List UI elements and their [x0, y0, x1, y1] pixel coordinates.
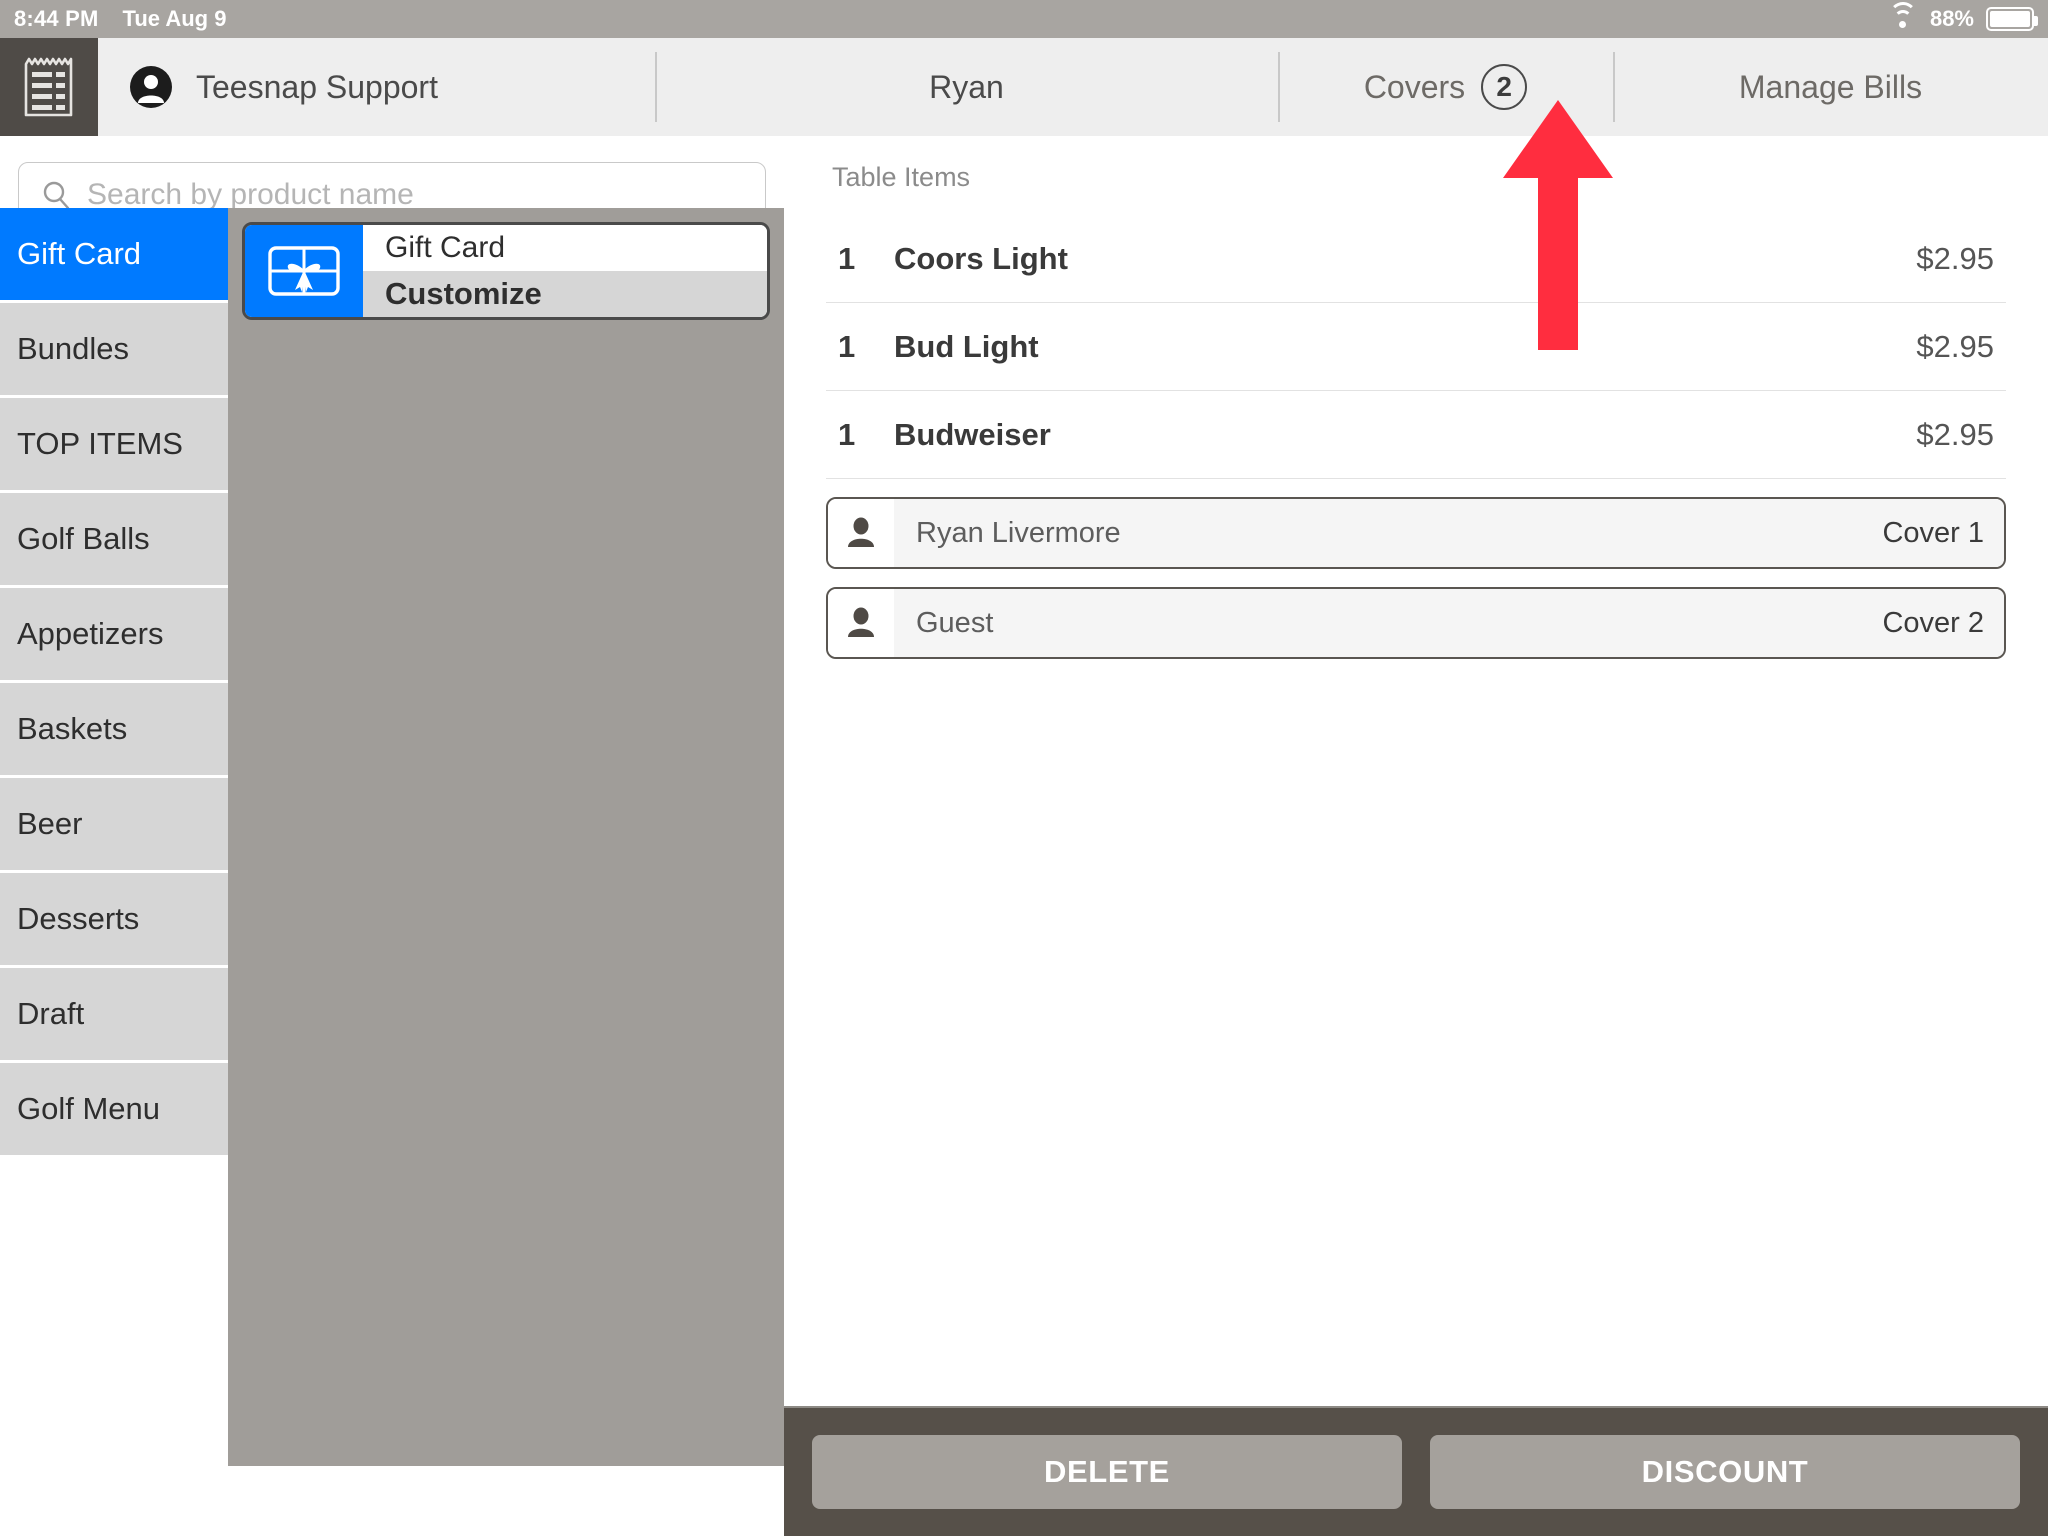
cover-name-value: Guest — [916, 606, 994, 639]
nav-manage-bills-tab[interactable]: Manage Bills — [1613, 38, 2048, 136]
table-name-label: Ryan — [929, 68, 1004, 105]
category-label: Gift Card — [17, 236, 142, 271]
cover-name-value: Ryan Livermore — [916, 516, 1121, 549]
category-item[interactable]: Gift Card — [0, 208, 228, 303]
wifi-icon — [1888, 2, 1918, 30]
discount-button[interactable]: DISCOUNT — [1430, 1435, 2020, 1509]
gift-card-icon — [245, 225, 363, 317]
battery-percent-label: 88% — [1929, 6, 1974, 31]
nav-table-name[interactable]: Ryan — [655, 38, 1278, 136]
person-circle-icon — [128, 64, 174, 110]
order-action-bar: DELETE DISCOUNT — [784, 1406, 2048, 1536]
product-tile-gift-card[interactable]: Gift Card Customize — [242, 222, 770, 320]
category-label: Appetizers — [17, 616, 164, 651]
battery-icon — [1986, 7, 2038, 31]
order-pane: Table Items 1 Coors Light $2.95 1 Bud Light $… — [784, 136, 2048, 1536]
covers-label: Covers — [1363, 68, 1466, 105]
nav-user-name: Teesnap Support — [196, 68, 438, 105]
category-label: TOP ITEMS — [17, 426, 183, 461]
person-icon — [828, 589, 894, 657]
product-tile-customize-button[interactable]: Customize — [363, 271, 767, 317]
order-item-name: Coors Light — [894, 240, 1068, 276]
product-tile-body: Gift Card Customize — [363, 225, 767, 317]
category-label: Baskets — [17, 711, 128, 746]
delete-button[interactable]: DELETE — [812, 1435, 1402, 1509]
product-grid: Gift Card Customize — [228, 208, 784, 1536]
category-label: Desserts — [17, 901, 140, 936]
category-label: Golf Menu — [17, 1091, 161, 1126]
category-item[interactable]: Desserts — [0, 873, 228, 968]
covers-count-badge: 2 — [1481, 64, 1528, 110]
category-item[interactable]: Beer — [0, 778, 228, 873]
category-label: Draft — [17, 996, 85, 1031]
search-icon — [41, 180, 71, 210]
cover-number-label: Cover 2 — [1882, 606, 1984, 639]
order-item-list: 1 Coors Light $2.95 1 Bud Light $2.95 1 Budweis… — [826, 215, 2006, 479]
category-item[interactable]: Draft — [0, 968, 228, 1063]
search-input[interactable] — [87, 178, 743, 212]
category-item[interactable]: Appetizers — [0, 588, 228, 683]
cover-row[interactable]: Ryan Livermore Cover 1 — [826, 497, 2006, 569]
category-item[interactable]: Golf Balls — [0, 493, 228, 588]
category-item[interactable]: TOP ITEMS — [0, 398, 228, 493]
receipt-button[interactable] — [0, 38, 98, 136]
order-item-name: Budweiser — [894, 416, 1051, 452]
cover-row[interactable]: Guest Cover 2 — [826, 587, 2006, 659]
left-pane-bottom-filler — [0, 1466, 784, 1536]
category-label: Golf Balls — [17, 521, 150, 556]
order-item-qty: 1 — [838, 416, 856, 452]
receipt-icon — [24, 56, 74, 118]
top-navigation-bar: Teesnap Support Ryan Covers 2 Manage Bil… — [0, 38, 2048, 136]
category-item[interactable]: Baskets — [0, 683, 228, 778]
cover-number-label: Cover 1 — [1882, 516, 1984, 549]
category-label: Bundles — [17, 331, 130, 366]
order-item-row[interactable]: 1 Budweiser $2.95 — [826, 391, 2006, 479]
product-tile-title: Gift Card — [363, 225, 767, 271]
nav-covers-tab[interactable]: Covers 2 — [1278, 38, 1613, 136]
category-sidebar[interactable]: Gift Card Bundles TOP ITEMS Golf Balls Appet… — [0, 208, 228, 1536]
person-icon — [828, 499, 894, 567]
cover-list: Ryan Livermore Cover 1 Guest Cover 2 — [826, 497, 2006, 659]
order-item-row[interactable]: 1 Coors Light $2.95 — [826, 215, 2006, 303]
order-item-qty: 1 — [838, 328, 856, 364]
ios-status-bar: 8:44 PM Tue Aug 9 88% — [0, 0, 2048, 38]
cover-name-field[interactable]: Ryan Livermore Cover 1 — [894, 499, 2004, 567]
order-item-price: $2.95 — [1916, 328, 1994, 364]
product-browser-pane: Gift Card Bundles TOP ITEMS Golf Balls Appet… — [0, 136, 784, 1536]
category-item[interactable]: Bundles — [0, 303, 228, 398]
order-item-price: $2.95 — [1916, 416, 1994, 452]
status-bar-right: 88% — [1888, 2, 2048, 32]
status-time: 8:44 PM — [14, 6, 99, 31]
status-bar-left: 8:44 PM Tue Aug 9 — [0, 6, 226, 32]
cover-name-field[interactable]: Guest Cover 2 — [894, 589, 2004, 657]
order-item-qty: 1 — [838, 240, 856, 276]
manage-bills-label: Manage Bills — [1738, 68, 1923, 105]
browser-columns: Gift Card Bundles TOP ITEMS Golf Balls Appet… — [0, 208, 784, 1536]
category-item[interactable]: Golf Menu — [0, 1063, 228, 1158]
order-item-row[interactable]: 1 Bud Light $2.95 — [826, 303, 2006, 391]
pos-app-screen: 8:44 PM Tue Aug 9 88% Teesnap Support Ry… — [0, 0, 2048, 1536]
order-item-price: $2.95 — [1916, 240, 1994, 276]
category-label: Beer — [17, 806, 83, 841]
order-item-name: Bud Light — [894, 328, 1039, 364]
table-items-header: Table Items — [832, 162, 971, 192]
order-scroll-area: Table Items 1 Coors Light $2.95 1 Bud Light $… — [784, 136, 2048, 1406]
nav-user-account[interactable]: Teesnap Support — [98, 38, 655, 136]
status-date: Tue Aug 9 — [122, 6, 227, 31]
